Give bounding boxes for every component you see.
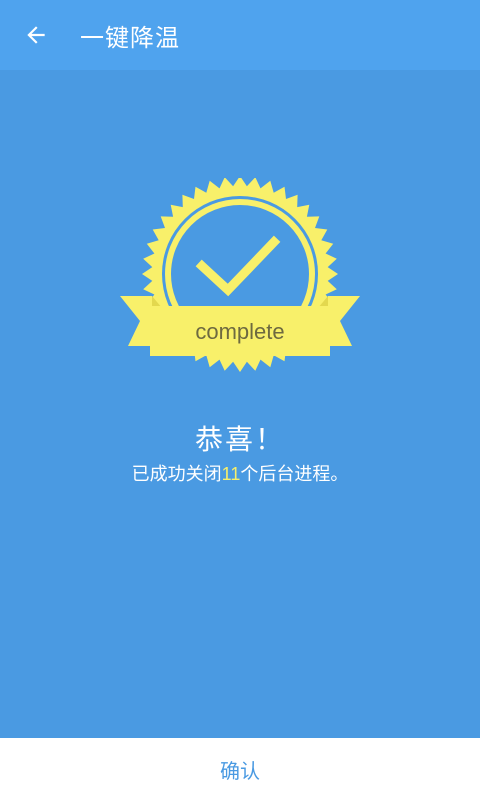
toolbar: 一键降温 (0, 0, 480, 70)
screen: 一键降温 complete 恭喜！ 已成功关闭11个后台进程。 确认 (0, 0, 480, 800)
ribbon-left-tail (120, 296, 152, 346)
ribbon-right-tail (328, 296, 360, 346)
confirm-button[interactable]: 确认 (180, 743, 300, 796)
back-button[interactable] (0, 0, 72, 70)
result-prefix: 已成功关闭 (131, 464, 222, 485)
checkmark-badge-icon: complete (120, 178, 360, 372)
congrats-title: 恭喜！ (194, 423, 285, 456)
result-suffix: 个后台进程。 (240, 464, 349, 485)
page-title: 一键降温 (80, 23, 180, 52)
result-text: 已成功关闭11个后台进程。 (0, 460, 480, 486)
arrow-left-icon (27, 26, 45, 44)
bottom-bar: 确认 (0, 738, 480, 800)
badge-label: complete (195, 319, 284, 344)
process-count: 11 (221, 464, 241, 484)
